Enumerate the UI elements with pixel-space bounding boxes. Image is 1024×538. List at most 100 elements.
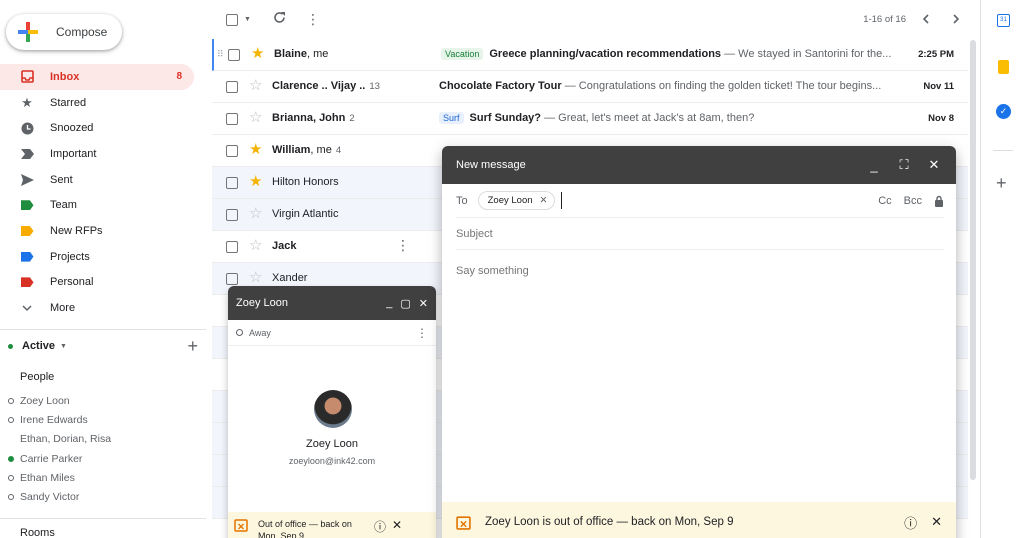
scrollbar[interactable] <box>970 40 976 480</box>
close-icon[interactable]: ✕ <box>419 297 428 310</box>
next-page-icon[interactable] <box>952 11 960 29</box>
minimize-icon[interactable]: _ <box>386 297 392 309</box>
tasks-icon[interactable]: ✓ <box>996 104 1011 119</box>
close-icon[interactable]: ✕ <box>931 514 942 530</box>
person-name: Carrie Parker <box>20 452 83 465</box>
person-item[interactable]: Carrie Parker <box>8 449 111 468</box>
contact-email: zoeyloon@ink42.com <box>288 456 376 466</box>
label-icon <box>20 224 34 238</box>
chat-status-selector[interactable]: Active ▼ + <box>8 337 198 355</box>
nav-item-snoozed[interactable]: Snoozed <box>0 115 200 141</box>
select-all-checkbox[interactable] <box>226 13 238 26</box>
sidebar: Compose Inbox 8 ★ Starred Snoozed Import… <box>0 0 210 538</box>
nav-label: Important <box>50 147 97 160</box>
label-icon <box>20 198 34 212</box>
more-vert-icon[interactable]: ⋮ <box>416 326 428 340</box>
divider <box>993 150 1013 151</box>
people-list: Zoey Loon Irene Edwards Ethan, Dorian, R… <box>8 391 111 507</box>
row-checkbox[interactable] <box>228 49 240 61</box>
row-checkbox[interactable] <box>226 81 238 93</box>
email-row[interactable]: ☆ Clarence .. Vijay .. 13 Chocolate Facto… <box>212 71 968 103</box>
compose-window: New message _ ⛶ ✕ To Zoey Loon ✕ Cc Bcc … <box>442 146 956 538</box>
bcc-button[interactable]: Bcc <box>904 195 922 207</box>
nav-label: More <box>50 302 76 315</box>
nav-item-personal[interactable]: Personal <box>0 270 200 296</box>
row-checkbox[interactable] <box>226 209 238 221</box>
star-icon[interactable]: ★ <box>249 142 262 158</box>
cc-button[interactable]: Cc <box>878 195 891 207</box>
nav-label: Projects <box>50 250 90 263</box>
person-item[interactable]: Zoey Loon <box>8 391 111 410</box>
nav-item-inbox[interactable]: Inbox 8 <box>0 64 194 90</box>
label-chip[interactable]: Surf <box>439 112 464 124</box>
caret-down-icon: ▼ <box>60 342 67 350</box>
select-dropdown-icon[interactable]: ▼ <box>244 16 251 23</box>
to-field[interactable]: To Zoey Loon ✕ Cc Bcc <box>456 184 944 218</box>
star-icon[interactable]: ☆ <box>249 206 262 222</box>
minimize-icon[interactable]: _ <box>866 158 882 173</box>
out-of-office-banner: Out of office — back on Mon, Sep 9 ⓘ ✕ <box>228 512 436 538</box>
close-icon[interactable]: ✕ <box>926 157 942 173</box>
drag-handle-icon[interactable]: ⠿ <box>217 49 224 60</box>
nav-item-important[interactable]: Important <box>0 141 200 167</box>
star-icon[interactable]: ☆ <box>249 110 262 126</box>
label-chip[interactable]: Vacation <box>441 48 484 60</box>
person-item[interactable]: Ethan, Dorian, Risa <box>8 430 111 449</box>
nav-label: New RFPs <box>50 224 103 237</box>
more-vert-icon[interactable]: ⋮ <box>306 11 320 28</box>
star-icon[interactable]: ☆ <box>249 78 262 94</box>
email-row[interactable]: ⠿ ★ Blaine, me Vacation Greece planning/v… <box>212 39 968 71</box>
email-subject-line: Surf Surf Sunday? — Great, let's meet at … <box>439 112 909 124</box>
add-addon-icon[interactable]: + <box>996 174 1007 192</box>
remove-recipient-icon[interactable]: ✕ <box>540 195 548 206</box>
row-checkbox[interactable] <box>226 273 238 285</box>
nav-item-starred[interactable]: ★ Starred <box>0 90 200 116</box>
nav-item-new-rfps[interactable]: New RFPs <box>0 218 200 244</box>
recipient-chip[interactable]: Zoey Loon ✕ <box>477 191 555 210</box>
email-subject-line: Chocolate Factory Tour — Congratulations… <box>439 80 882 92</box>
person-name: Sandy Victor <box>20 491 80 504</box>
more-vert-icon[interactable]: ⋮ <box>396 237 410 254</box>
calendar-icon[interactable]: 31 <box>997 14 1010 27</box>
contact-card: Zoey Loon _ ▢ ✕ Away ⋮ Zoey Loon zoeyloo… <box>228 286 436 538</box>
row-checkbox[interactable] <box>226 113 238 125</box>
fullscreen-icon[interactable]: ⛶ <box>896 157 912 173</box>
refresh-icon[interactable] <box>273 11 286 29</box>
keep-icon[interactable] <box>998 60 1009 74</box>
close-icon[interactable]: ✕ <box>392 518 402 532</box>
person-item[interactable]: Irene Edwards <box>8 410 111 429</box>
compose-button[interactable]: Compose <box>6 14 122 50</box>
text-cursor <box>560 192 562 209</box>
send-icon <box>20 173 34 187</box>
star-icon[interactable]: ☆ <box>249 238 262 254</box>
status-ring-icon <box>8 397 14 404</box>
divider <box>0 329 206 330</box>
nav-item-sent[interactable]: Sent <box>0 167 200 193</box>
info-icon[interactable]: ⓘ <box>374 518 386 535</box>
person-item[interactable]: Ethan Miles <box>8 468 111 487</box>
nav-item-more[interactable]: More <box>0 295 200 321</box>
nav-item-projects[interactable]: Projects <box>0 244 200 270</box>
star-icon[interactable]: ☆ <box>249 270 262 286</box>
subject-field[interactable]: Subject <box>456 218 944 250</box>
out-of-office-banner: Zoey Loon is out of office — back on Mon… <box>442 502 956 538</box>
status-ring-icon <box>236 329 243 336</box>
row-checkbox[interactable] <box>226 145 238 157</box>
maximize-icon[interactable]: ▢ <box>400 297 410 310</box>
person-item[interactable]: Sandy Victor <box>8 487 111 506</box>
add-chat-icon[interactable]: + <box>187 337 198 355</box>
nav-list: Inbox 8 ★ Starred Snoozed Important Sent… <box>0 64 200 321</box>
contact-name: Zoey Loon <box>306 438 358 450</box>
gmail-app: Compose Inbox 8 ★ Starred Snoozed Import… <box>0 0 1024 538</box>
lock-icon[interactable] <box>934 195 944 207</box>
star-icon[interactable]: ★ <box>251 46 264 62</box>
star-icon[interactable]: ★ <box>249 174 262 190</box>
people-header: People <box>20 371 55 383</box>
nav-item-team[interactable]: Team <box>0 192 200 218</box>
row-checkbox[interactable] <box>226 177 238 189</box>
email-row[interactable]: ☆ Brianna, John 2 Surf Surf Sunday? — Grea… <box>212 103 968 135</box>
row-checkbox[interactable] <box>226 241 238 253</box>
message-body[interactable]: Say something <box>456 265 529 277</box>
prev-page-icon[interactable] <box>922 11 930 29</box>
info-icon[interactable]: ⓘ <box>904 513 917 532</box>
